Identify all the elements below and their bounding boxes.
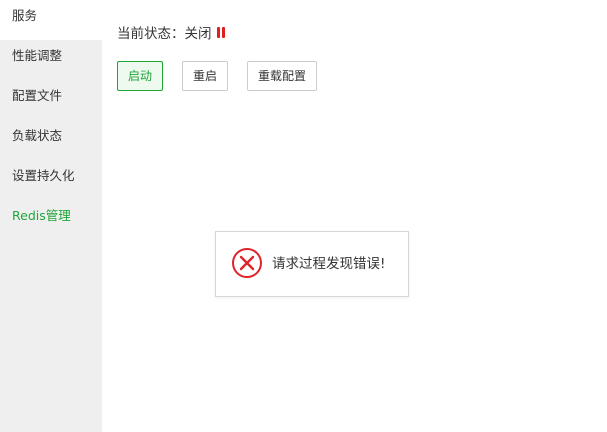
reload-config-button[interactable]: 重载配置 — [247, 61, 317, 91]
sidebar-item-performance[interactable]: 性能调整 — [0, 40, 102, 80]
sidebar-item-load-status[interactable]: 负载状态 — [0, 120, 102, 160]
sidebar-item-label: 配置文件 — [12, 88, 63, 103]
sidebar-item-label: 负载状态 — [12, 128, 63, 143]
start-button[interactable]: 启动 — [117, 61, 163, 91]
sidebar-item-config-file[interactable]: 配置文件 — [0, 80, 102, 120]
pause-icon — [216, 26, 226, 38]
toast-message: 请求过程发现错误! — [272, 256, 386, 272]
service-status: 当前状态： 关闭 — [117, 22, 226, 42]
restart-button[interactable]: 重启 — [182, 61, 228, 91]
sidebar-item-label: 性能调整 — [12, 48, 63, 63]
sidebar-item-label: 设置持久化 — [12, 168, 75, 183]
sidebar-item-redis-manage[interactable]: Redis管理 — [0, 200, 102, 240]
panel-window: 服务 性能调整 配置文件 负载状态 设置持久化 Redis管理 当前状态： 关闭… — [0, 0, 607, 432]
status-value: 关闭 — [184, 26, 212, 42]
sidebar-item-label: Redis管理 — [12, 208, 71, 223]
sidebar-item-label: 服务 — [12, 8, 38, 23]
sidebar-item-service[interactable]: 服务 — [0, 0, 102, 40]
status-label: 当前状态： — [117, 26, 185, 42]
sidebar-item-persistence[interactable]: 设置持久化 — [0, 160, 102, 200]
error-toast: 请求过程发现错误! — [215, 231, 409, 297]
error-circle-x-icon — [231, 247, 263, 279]
sidebar: 服务 性能调整 配置文件 负载状态 设置持久化 Redis管理 — [0, 0, 102, 432]
